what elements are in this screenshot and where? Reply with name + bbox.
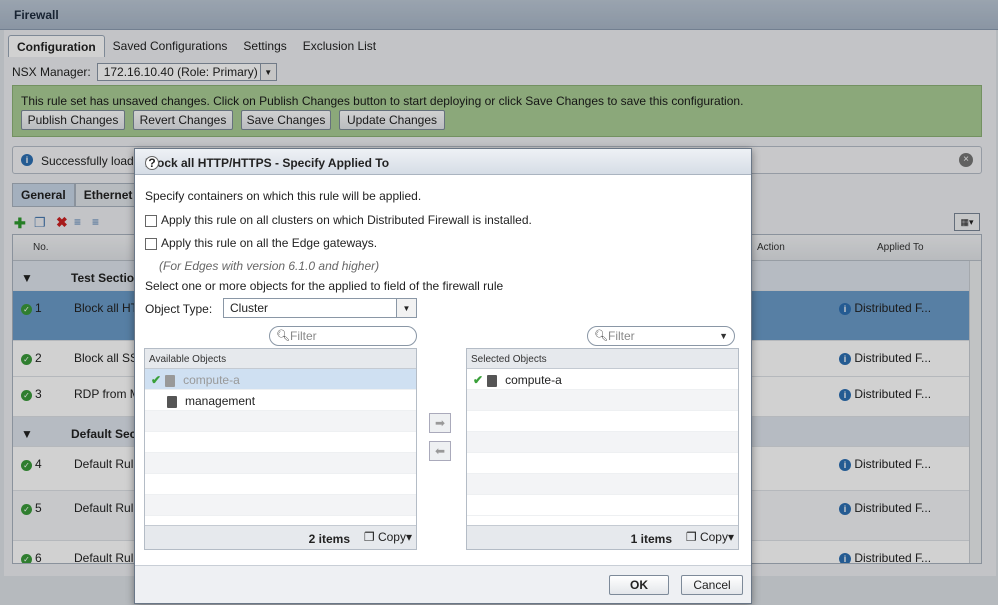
list-item[interactable]: ✔ compute-a <box>145 369 416 390</box>
dialog-intro: Specify containers on which this rule wi… <box>145 189 422 203</box>
copy-button[interactable]: ❐ Copy▾ <box>686 530 734 544</box>
opt-clusters-checkbox[interactable] <box>145 214 157 227</box>
selected-objects-footer: 1 items ❐ Copy▾ <box>467 525 738 549</box>
search-icon: 🔍︎ <box>276 330 290 342</box>
move-left-button[interactable]: ⬅ <box>429 441 451 461</box>
search-icon: 🔍︎ <box>594 330 608 342</box>
object-type-select[interactable]: Cluster ▼ <box>223 298 417 318</box>
item-count: 1 items <box>630 532 672 546</box>
move-right-button[interactable]: ➡ <box>429 413 451 433</box>
chevron-down-icon: ▼ <box>396 299 416 317</box>
selected-objects-panel: Selected Objects ✔ compute-a 1 items ❐ Co… <box>466 348 739 550</box>
available-objects-panel: Available Objects ✔ compute-a management … <box>144 348 417 550</box>
object-type-value: Cluster <box>230 301 269 315</box>
opt-clusters-label: Apply this rule on all clusters on which… <box>161 213 532 227</box>
item-count: 2 items <box>308 532 350 546</box>
chevron-down-icon[interactable]: ▼ <box>719 327 728 345</box>
dialog-titlebar: Block all HTTP/HTTPS - Specify Applied T… <box>135 149 751 175</box>
arrow-right-icon: ➡ <box>434 416 446 430</box>
object-type-label: Object Type: <box>145 302 213 316</box>
select-prompt: Select one or more objects for the appli… <box>145 279 504 293</box>
check-icon: ✔ <box>473 373 484 387</box>
available-objects-header: Available Objects <box>145 349 416 369</box>
ok-button[interactable]: OK <box>609 575 669 595</box>
opt-edges-label: Apply this rule on all the Edge gateways… <box>161 236 378 250</box>
list-item[interactable]: ✔ compute-a <box>467 369 738 390</box>
selected-filter-input[interactable]: 🔍︎ Filter ▼ <box>587 326 735 346</box>
dialog-title: Block all HTTP/HTTPS - Specify Applied T… <box>145 156 390 170</box>
opt-edges-row[interactable]: Apply this rule on all the Edge gateways… <box>145 236 377 250</box>
cluster-icon <box>167 395 177 408</box>
available-objects-footer: 2 items ❐ Copy▾ <box>145 525 416 549</box>
dialog-footer: OK Cancel <box>135 565 751 603</box>
cluster-icon <box>165 374 176 387</box>
help-icon[interactable]: ? <box>145 156 159 170</box>
opt-edges-checkbox[interactable] <box>145 237 157 250</box>
check-icon: ✔ <box>151 373 162 387</box>
copy-icon: ❐ <box>363 530 375 544</box>
cluster-icon <box>487 374 498 387</box>
opt-clusters-row[interactable]: Apply this rule on all clusters on which… <box>145 213 532 227</box>
list-item[interactable]: management <box>145 390 416 411</box>
copy-button[interactable]: ❐ Copy▾ <box>364 530 412 544</box>
copy-icon: ❐ <box>685 530 697 544</box>
cancel-button[interactable]: Cancel <box>681 575 743 595</box>
edges-note: (For Edges with version 6.1.0 and higher… <box>159 259 380 273</box>
available-filter-input[interactable]: 🔍︎ Filter <box>269 326 417 346</box>
applied-to-dialog: Block all HTTP/HTTPS - Specify Applied T… <box>134 148 752 604</box>
selected-objects-header: Selected Objects <box>467 349 738 369</box>
arrow-left-icon: ⬅ <box>434 444 446 458</box>
dialog-body: Specify containers on which this rule wi… <box>135 175 751 565</box>
